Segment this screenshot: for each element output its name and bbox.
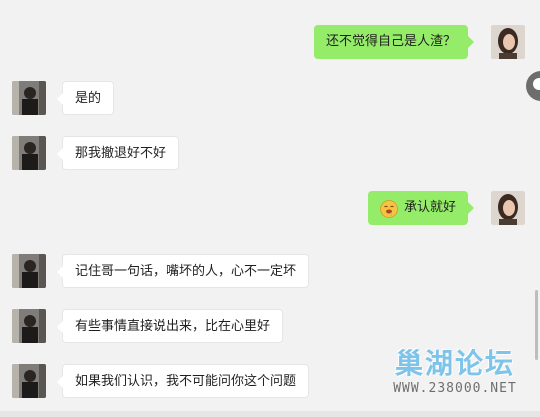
message-bubble-incoming[interactable]: 记住哥一句话，嘴坏的人，心不一定坏 bbox=[56, 254, 310, 288]
message-bubble-incoming[interactable]: 有些事情直接说出来，比在心里好 bbox=[56, 309, 284, 343]
watermark-title: 巢湖论坛 bbox=[394, 347, 515, 380]
avatar-self[interactable] bbox=[491, 25, 525, 59]
message-text: 有些事情直接说出来，比在心里好 bbox=[75, 319, 271, 334]
drooling-face-emoji-icon bbox=[380, 198, 398, 218]
scrollbar[interactable] bbox=[535, 290, 538, 360]
avatar-self[interactable] bbox=[491, 191, 525, 225]
avatar-contact[interactable] bbox=[12, 136, 46, 170]
chat-window: 还不觉得自己是人渣？ 是的 那我撤退好不好 承认就好 记住哥一句话，嘴坏的人，心… bbox=[0, 0, 540, 417]
avatar-contact[interactable] bbox=[12, 364, 46, 398]
message-text: 承认就好 bbox=[403, 200, 456, 215]
side-panel-toggle-button[interactable] bbox=[526, 71, 540, 101]
message-text: 还不觉得自己是人渣？ bbox=[325, 34, 456, 49]
input-area-edge bbox=[0, 411, 540, 417]
watermark-url: WWW.238000.NET bbox=[393, 381, 517, 396]
avatar-contact[interactable] bbox=[12, 81, 46, 115]
message-text: 是的 bbox=[75, 91, 102, 106]
avatar-contact[interactable] bbox=[12, 254, 46, 288]
message-text: 记住哥一句话，嘴坏的人，心不一定坏 bbox=[75, 264, 297, 279]
message-bubble-incoming[interactable]: 是的 bbox=[56, 81, 115, 115]
message-bubble-outgoing[interactable]: 还不觉得自己是人渣？ bbox=[313, 25, 475, 59]
message-bubble-incoming[interactable]: 如果我们认识，我不可能问你这个问题 bbox=[56, 364, 310, 398]
forum-watermark: 巢湖论坛 WWW.238000.NET bbox=[380, 347, 530, 407]
message-bubble-outgoing[interactable]: 承认就好 bbox=[367, 191, 475, 225]
message-text: 那我撤退好不好 bbox=[75, 146, 167, 161]
message-text: 如果我们认识，我不可能问你这个问题 bbox=[75, 374, 297, 389]
message-bubble-incoming[interactable]: 那我撤退好不好 bbox=[56, 136, 180, 170]
avatar-contact[interactable] bbox=[12, 309, 46, 343]
